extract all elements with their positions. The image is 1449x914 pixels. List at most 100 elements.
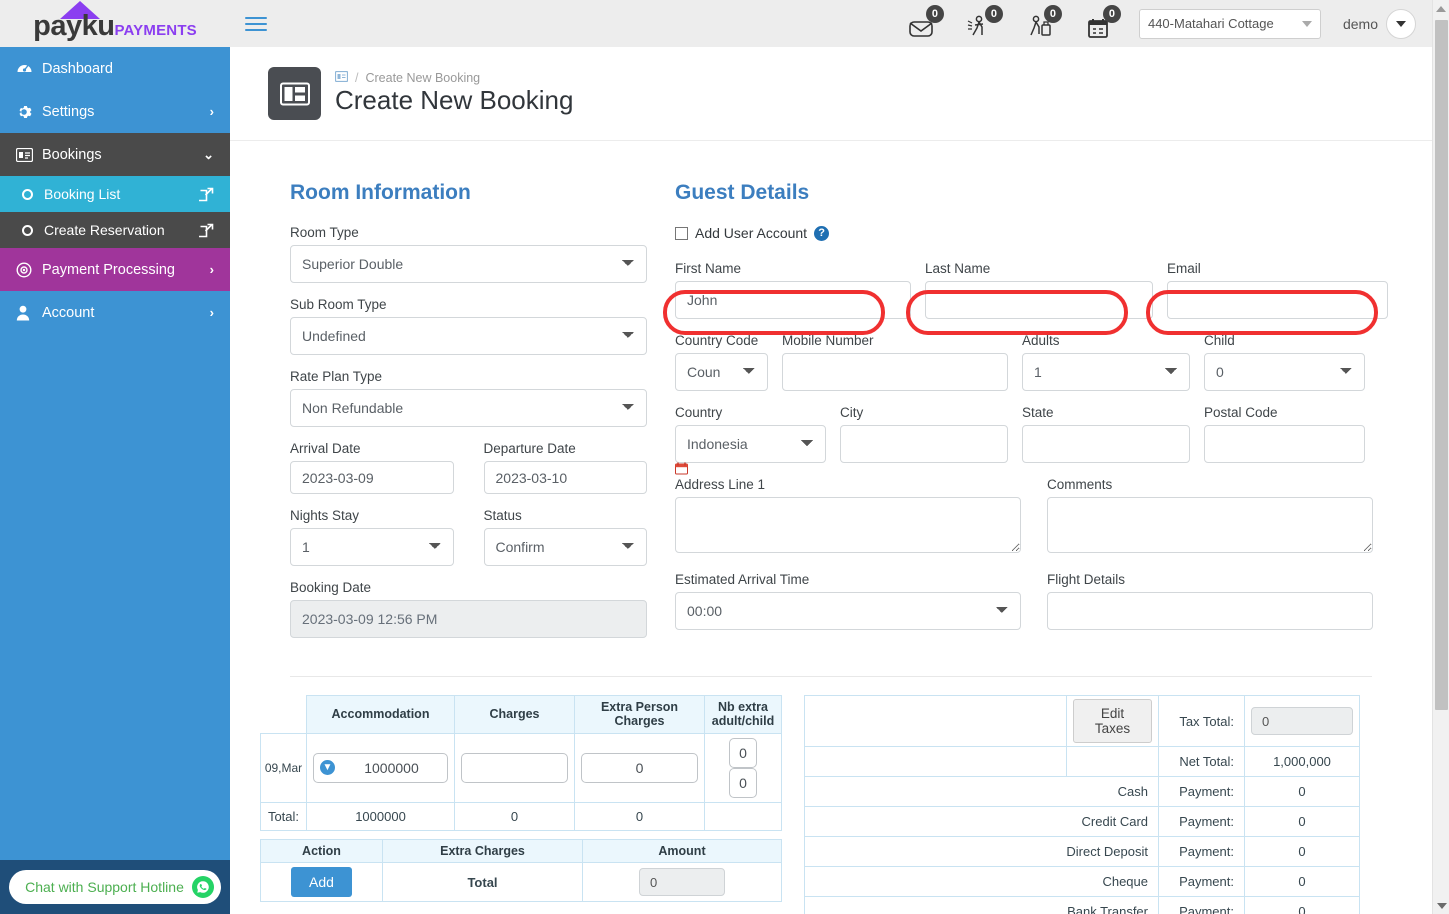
envelope-icon[interactable]: 0 [906, 4, 944, 39]
nb-extra-child-input[interactable] [729, 767, 757, 798]
target-icon [16, 261, 42, 278]
add-user-account-checkbox[interactable] [675, 226, 688, 240]
child-group: Child 0 [1204, 333, 1379, 391]
acc-total-charges: 0 [454, 801, 575, 831]
address-line1-textarea[interactable] [675, 497, 1021, 553]
sidebar-item-settings[interactable]: Settings › [0, 90, 230, 133]
email-label: Email [1167, 261, 1201, 276]
scrollbar-thumb[interactable] [1435, 20, 1448, 710]
acc-total-label: Total: [260, 801, 307, 831]
help-icon[interactable]: ? [814, 225, 830, 241]
arrival-date-input[interactable] [290, 461, 454, 494]
address-line1-group: Address Line 1 [675, 477, 1035, 558]
scroll-up-arrow-icon[interactable] [1433, 0, 1449, 17]
mobile-number-input[interactable] [782, 353, 1008, 391]
chat-support-button[interactable]: Chat with Support Hotline [9, 870, 221, 904]
last-name-group: Last Name [925, 261, 1167, 319]
credit-card-payment-label: Payment: [1158, 806, 1245, 837]
acc-col-nb-extra: Nb extra adult/child [704, 695, 782, 734]
sidebar-item-booking-list[interactable]: Booking List [0, 176, 230, 212]
user-menu[interactable]: demo [1343, 8, 1416, 39]
nights-stay-select[interactable]: 1 [290, 528, 454, 566]
room-type-select[interactable]: Superior Double [290, 245, 647, 283]
tax-total-cell: 0 [1244, 695, 1360, 747]
first-name-input[interactable] [675, 281, 911, 319]
state-input[interactable] [1022, 425, 1190, 463]
acc-row-amount-cell: ▼ 1000000 [306, 732, 455, 803]
acc-row-amount[interactable]: 1000000 [342, 760, 441, 776]
direct-deposit-method-label: Direct Deposit [804, 836, 1159, 867]
email-input[interactable] [1167, 281, 1388, 319]
sidebar-item-payment-processing[interactable]: Payment Processing › [0, 248, 230, 291]
city-input[interactable] [840, 425, 1008, 463]
acc-row-charges-cell [454, 732, 575, 803]
check-in-icon[interactable]: 0 [965, 4, 1003, 39]
extra-person-charges-input[interactable] [581, 752, 698, 783]
departure-date-input[interactable] [483, 461, 647, 494]
breadcrumb-icon[interactable] [334, 70, 349, 85]
sidebar-label-booking-list: Booking List [44, 186, 121, 202]
property-selector[interactable]: 440-Matahari Cottage [1138, 8, 1321, 39]
country-select[interactable]: Indonesia [675, 425, 826, 463]
external-link-icon[interactable] [195, 187, 214, 202]
sidebar: Dashboard Settings › Bookings ⌄ Booking … [0, 47, 230, 914]
calendar-badge: 0 [1102, 4, 1121, 23]
room-information-title: Room Information [290, 181, 471, 204]
postal-code-input[interactable] [1204, 425, 1365, 463]
calendar-icon[interactable]: 0 [1083, 4, 1121, 39]
bookings-icon [16, 147, 42, 162]
breadcrumb-text[interactable]: Create New Booking [365, 71, 480, 85]
sub-room-type-label: Sub Room Type [290, 297, 387, 312]
country-group: Country Indonesia [675, 405, 840, 463]
booking-date-group: Booking Date [290, 580, 647, 638]
net-total-label: Net Total: [1158, 746, 1245, 777]
nb-extra-adult-input[interactable] [729, 737, 757, 768]
sidebar-label-dashboard: Dashboard [42, 60, 113, 77]
eta-select[interactable]: 00:00 [675, 592, 1021, 630]
date-row: Arrival Date Departure Date [290, 441, 647, 494]
acc-total-extra-person: 0 [574, 801, 705, 831]
tables-area: Accommodation Charges Extra Person Charg… [230, 677, 1432, 914]
chat-support-label: Chat with Support Hotline [25, 879, 184, 895]
adults-select[interactable]: 1 [1022, 353, 1190, 391]
acc-row-nb-extra-cell [704, 732, 782, 803]
breadcrumb: / Create New Booking [334, 70, 573, 85]
arrow-down-icon[interactable]: ▼ [320, 760, 335, 776]
net-blank-cell [1066, 746, 1159, 777]
comments-group: Comments [1035, 477, 1387, 558]
tax-total-value[interactable]: 0 [1251, 707, 1353, 735]
scroll-down-arrow-icon[interactable] [1433, 897, 1449, 914]
brand-logo[interactable]: payku PAYMENTS [0, 0, 230, 47]
circle-icon [22, 188, 33, 200]
page-scrollbar[interactable] [1432, 0, 1449, 914]
flight-details-input[interactable] [1047, 592, 1373, 630]
edit-taxes-button[interactable]: Edit Taxes [1073, 699, 1152, 743]
check-out-icon[interactable]: 0 [1024, 4, 1062, 39]
sidebar-item-account[interactable]: Account › [0, 291, 230, 334]
rate-plan-select[interactable]: Non Refundable [290, 389, 647, 427]
ec-col-amount: Amount [582, 838, 782, 864]
user-menu-toggle[interactable] [1386, 8, 1416, 39]
state-label: State [1022, 405, 1054, 420]
charges-input[interactable] [461, 752, 568, 783]
status-select[interactable]: Confirm [483, 528, 647, 566]
sidebar-item-dashboard[interactable]: Dashboard [0, 47, 230, 90]
table-row: Cash Payment: 0 [804, 776, 1360, 807]
sub-room-type-select[interactable]: Undefined [290, 317, 647, 355]
cheque-payment-label: Payment: [1158, 866, 1245, 897]
sidebar-item-bookings[interactable]: Bookings ⌄ [0, 133, 230, 176]
address-row: Country Indonesia City State Postal Code [675, 405, 1402, 463]
sidebar-item-create-reservation[interactable]: Create Reservation [0, 212, 230, 248]
gear-icon [16, 104, 42, 120]
last-name-input[interactable] [925, 281, 1153, 319]
booking-date-input [290, 600, 647, 638]
dashboard-icon [16, 60, 42, 77]
external-link-icon[interactable] [195, 223, 214, 238]
hamburger-menu-icon[interactable] [245, 13, 267, 35]
country-code-select[interactable]: Coun [675, 353, 768, 391]
child-select[interactable]: 0 [1204, 353, 1365, 391]
table-row: Bank Transfer Payment: 0 [804, 896, 1360, 914]
comments-textarea[interactable] [1047, 497, 1373, 553]
sidebar-label-create-reservation: Create Reservation [44, 222, 165, 238]
add-button[interactable]: Add [291, 867, 352, 898]
